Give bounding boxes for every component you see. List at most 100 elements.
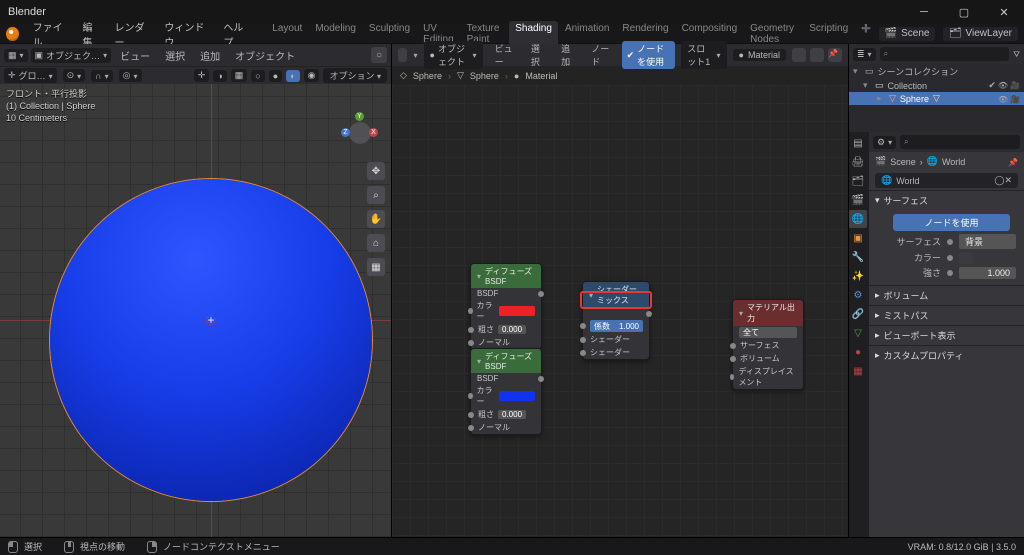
orientation-selector[interactable]: ✛グロ… (4, 68, 57, 83)
sh-menu-node[interactable]: ノード (585, 42, 615, 68)
slot-selector[interactable]: スロット1 (681, 41, 726, 69)
navigation-gizmo[interactable]: X Y Z (339, 112, 381, 154)
gizmo-x-icon[interactable]: X (369, 128, 378, 137)
bc-mesh[interactable]: Sphere (470, 71, 499, 81)
outliner-object-sphere[interactable]: ▸▽Sphere ▽ (849, 92, 1024, 105)
mode-selector[interactable]: ▣オブジェク… (31, 48, 112, 63)
node-graph[interactable]: ディフューズBSDF BSDF カラー 粗さ0.000 ノーマル ディフューズB… (392, 85, 848, 537)
tab-physics[interactable]: ⚙ (849, 286, 867, 304)
vp-menu-select[interactable]: 選択 (159, 48, 191, 63)
workspace-layout[interactable]: Layout (266, 21, 308, 47)
tab-material[interactable]: ● (849, 343, 867, 361)
props-search-input[interactable] (900, 135, 1020, 149)
use-nodes-checkbox[interactable]: ✔ ノードを使用 (622, 41, 676, 69)
gizmo-toggle-icon[interactable]: ✛ (194, 69, 210, 82)
color-swatch-red[interactable] (499, 306, 535, 316)
tab-render[interactable]: ▤ (849, 134, 867, 152)
material-selector[interactable]: ●Material (733, 49, 786, 61)
shader-opt-icon-1[interactable] (792, 48, 806, 62)
vp-menu-view[interactable]: ビュー (114, 48, 156, 63)
panel-viewport[interactable]: ▸ ビューポート表示 (869, 326, 1024, 345)
props-editor-type[interactable]: ⚙ (873, 136, 896, 149)
outliner-editor-type[interactable]: ≣ (853, 48, 876, 61)
pin-icon[interactable] (828, 48, 842, 62)
tab-scene[interactable]: 🎬 (849, 191, 867, 209)
tab-texture[interactable]: ▦ (849, 362, 867, 380)
workspace-add-button[interactable] (855, 21, 877, 47)
tab-world[interactable]: 🌐 (849, 210, 867, 228)
workspace-scripting[interactable]: Scripting (803, 21, 854, 47)
shading-material-icon[interactable]: ◐ (286, 70, 299, 82)
tab-modifiers[interactable]: 🔧 (849, 248, 867, 266)
vp-pan-button[interactable]: ✋ (367, 210, 385, 228)
eye-icon[interactable] (998, 80, 1008, 91)
sphere-object[interactable] (50, 179, 372, 501)
vp-shading-icon[interactable]: ○ (371, 47, 387, 63)
workspace-sculpting[interactable]: Sculpting (363, 21, 416, 47)
vp-menu-add[interactable]: 追加 (194, 48, 226, 63)
xray-toggle-icon[interactable]: ▦ (231, 69, 248, 82)
gizmo-z-icon[interactable]: Z (341, 128, 350, 137)
node-mix-shader[interactable]: シェーダーミックス . 係数1.000 シェーダー シェーダー (582, 281, 650, 360)
world-datablock-field[interactable]: 🌐World ◯✕ (875, 173, 1018, 188)
3d-viewport[interactable]: フロント・平行投影 (1) Collection | Sphere 10 Cen… (0, 84, 391, 537)
sh-menu-add[interactable]: 追加 (555, 42, 579, 68)
sh-menu-view[interactable]: ビュー (489, 42, 519, 68)
tab-data[interactable]: ▽ (849, 324, 867, 342)
window-maximize-button[interactable]: ▢ (944, 0, 984, 24)
proportional-button[interactable]: ◎ (119, 69, 142, 82)
panel-surface-header[interactable]: ▾ サーフェス (869, 191, 1024, 210)
outliner-collection[interactable]: ▾▭Collection ✔ (849, 79, 1024, 92)
viewport-options[interactable]: オプション (323, 68, 387, 83)
shader-opt-icon-2[interactable] (810, 48, 824, 62)
vp-perspective-button[interactable]: ▦ (367, 258, 385, 276)
filter-icon[interactable] (1013, 49, 1020, 60)
vp-menu-object[interactable]: オブジェクト (229, 48, 301, 63)
use-nodes-button[interactable]: ノードを使用 (893, 214, 1010, 231)
panel-mist[interactable]: ▸ ミストパス (869, 306, 1024, 325)
tab-constraints[interactable]: 🔗 (849, 305, 867, 323)
scene-icon: 🎬 (875, 156, 886, 167)
vp-camera-button[interactable]: ⌂ (367, 234, 385, 252)
node-diffuse-red[interactable]: ディフューズBSDF BSDF カラー 粗さ0.000 ノーマル (470, 263, 542, 350)
tab-viewlayer[interactable]: 🗂 (849, 172, 867, 190)
outliner-search-input[interactable] (880, 47, 1010, 61)
eye-icon[interactable] (998, 94, 1008, 104)
workspace-geonodes[interactable]: Geometry Nodes (744, 21, 802, 47)
node-material-output[interactable]: マテリアル出力 全て サーフェス ボリューム ディスプレイスメント (732, 299, 804, 390)
sh-menu-select[interactable]: 選択 (525, 42, 549, 68)
color-swatch-blue[interactable] (499, 391, 535, 401)
bc-material[interactable]: Material (525, 71, 557, 81)
bc-object[interactable]: Sphere (413, 71, 442, 81)
shader-type-selector[interactable]: ●オブジェクト (424, 41, 483, 69)
shading-solid-icon[interactable]: ● (269, 70, 282, 82)
pin-icon[interactable] (1008, 157, 1018, 167)
shading-wire-icon[interactable]: ○ (251, 70, 264, 82)
window-close-button[interactable]: ✕ (984, 0, 1024, 24)
outliner-scene-collection[interactable]: ▾▭シーンコレクション (849, 64, 1024, 79)
main-menubar: ファイル 編集 レンダー ウィンドウ ヘルプ Layout Modeling S… (0, 24, 1024, 44)
mix-fac-slider[interactable]: 係数1.000 (590, 320, 643, 332)
workspace-modeling[interactable]: Modeling (309, 21, 362, 47)
editor-type-icon[interactable] (398, 48, 407, 62)
vp-move-button[interactable]: ✥ (367, 162, 385, 180)
scene-selector[interactable]: 🎬 Scene (879, 27, 935, 41)
overlay-toggle-icon[interactable]: ◑ (213, 70, 226, 82)
editor-type-button[interactable]: ▦ (4, 49, 28, 62)
tab-particles[interactable]: ✨ (849, 267, 867, 285)
shading-render-icon[interactable]: ◉ (304, 69, 320, 82)
gizmo-y-icon[interactable]: Y (355, 112, 364, 121)
window-minimize-button[interactable]: ─ (904, 0, 944, 24)
panel-custom[interactable]: ▸ カスタムプロパティ (869, 346, 1024, 365)
vp-zoom-button[interactable]: ⌕ (367, 186, 385, 204)
snap-button[interactable]: ∩ (91, 70, 112, 82)
panel-volume[interactable]: ▸ ボリューム (869, 286, 1024, 305)
camera-icon[interactable] (1010, 80, 1020, 91)
pivot-button[interactable]: ⊙ (63, 69, 86, 82)
tab-output[interactable]: 🖨 (849, 153, 867, 171)
tab-object[interactable]: ▣ (849, 229, 867, 247)
camera-icon[interactable] (1010, 94, 1020, 104)
node-diffuse-blue[interactable]: ディフューズBSDF BSDF カラー 粗さ0.000 ノーマル (470, 348, 542, 435)
viewlayer-selector[interactable]: 🗂 ViewLayer (943, 27, 1018, 41)
world-color-swatch[interactable] (959, 252, 973, 264)
